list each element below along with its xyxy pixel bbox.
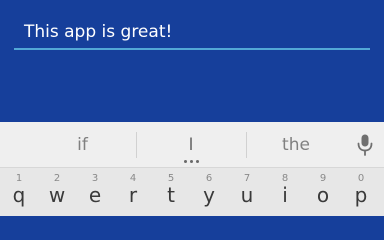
suggestion-strip: if I the (0, 122, 384, 168)
text-input-field[interactable]: This app is great! (14, 18, 370, 50)
suggestion-if[interactable]: if (30, 122, 135, 168)
key-p[interactable]: 0 p (343, 168, 379, 216)
key-letter: o (316, 183, 330, 207)
app-content-area: This app is great! (0, 0, 384, 122)
key-i[interactable]: 8 i (267, 168, 303, 216)
key-r[interactable]: 4 r (115, 168, 151, 216)
microphone-icon (357, 134, 373, 156)
more-dots-icon[interactable] (184, 160, 200, 164)
key-letter: r (128, 183, 138, 207)
key-letter: y (203, 183, 215, 207)
key-u[interactable]: 7 u (229, 168, 265, 216)
keyboard-row-top: 1 q 2 w 3 e 4 r 5 t 6 y 7 u 8 i 9 o 0 p (0, 168, 384, 216)
key-w[interactable]: 2 w (39, 168, 75, 216)
voice-input-button[interactable] (350, 130, 380, 160)
key-o[interactable]: 9 o (305, 168, 341, 216)
suggestion-the[interactable]: the (247, 122, 345, 168)
key-letter: q (12, 183, 26, 207)
key-y[interactable]: 6 y (191, 168, 227, 216)
text-input-value: This app is great! (24, 22, 173, 42)
key-t[interactable]: 5 t (153, 168, 189, 216)
key-letter: u (240, 183, 254, 207)
key-q[interactable]: 1 q (1, 168, 37, 216)
key-e[interactable]: 3 e (77, 168, 113, 216)
key-letter: i (282, 183, 288, 207)
soft-keyboard: if I the 1 q 2 w 3 e 4 r 5 t 6 y 7 u 8 i… (0, 122, 384, 216)
key-letter: e (88, 183, 102, 207)
key-letter: t (167, 183, 175, 207)
key-letter: p (354, 183, 368, 207)
key-letter: w (48, 183, 66, 207)
